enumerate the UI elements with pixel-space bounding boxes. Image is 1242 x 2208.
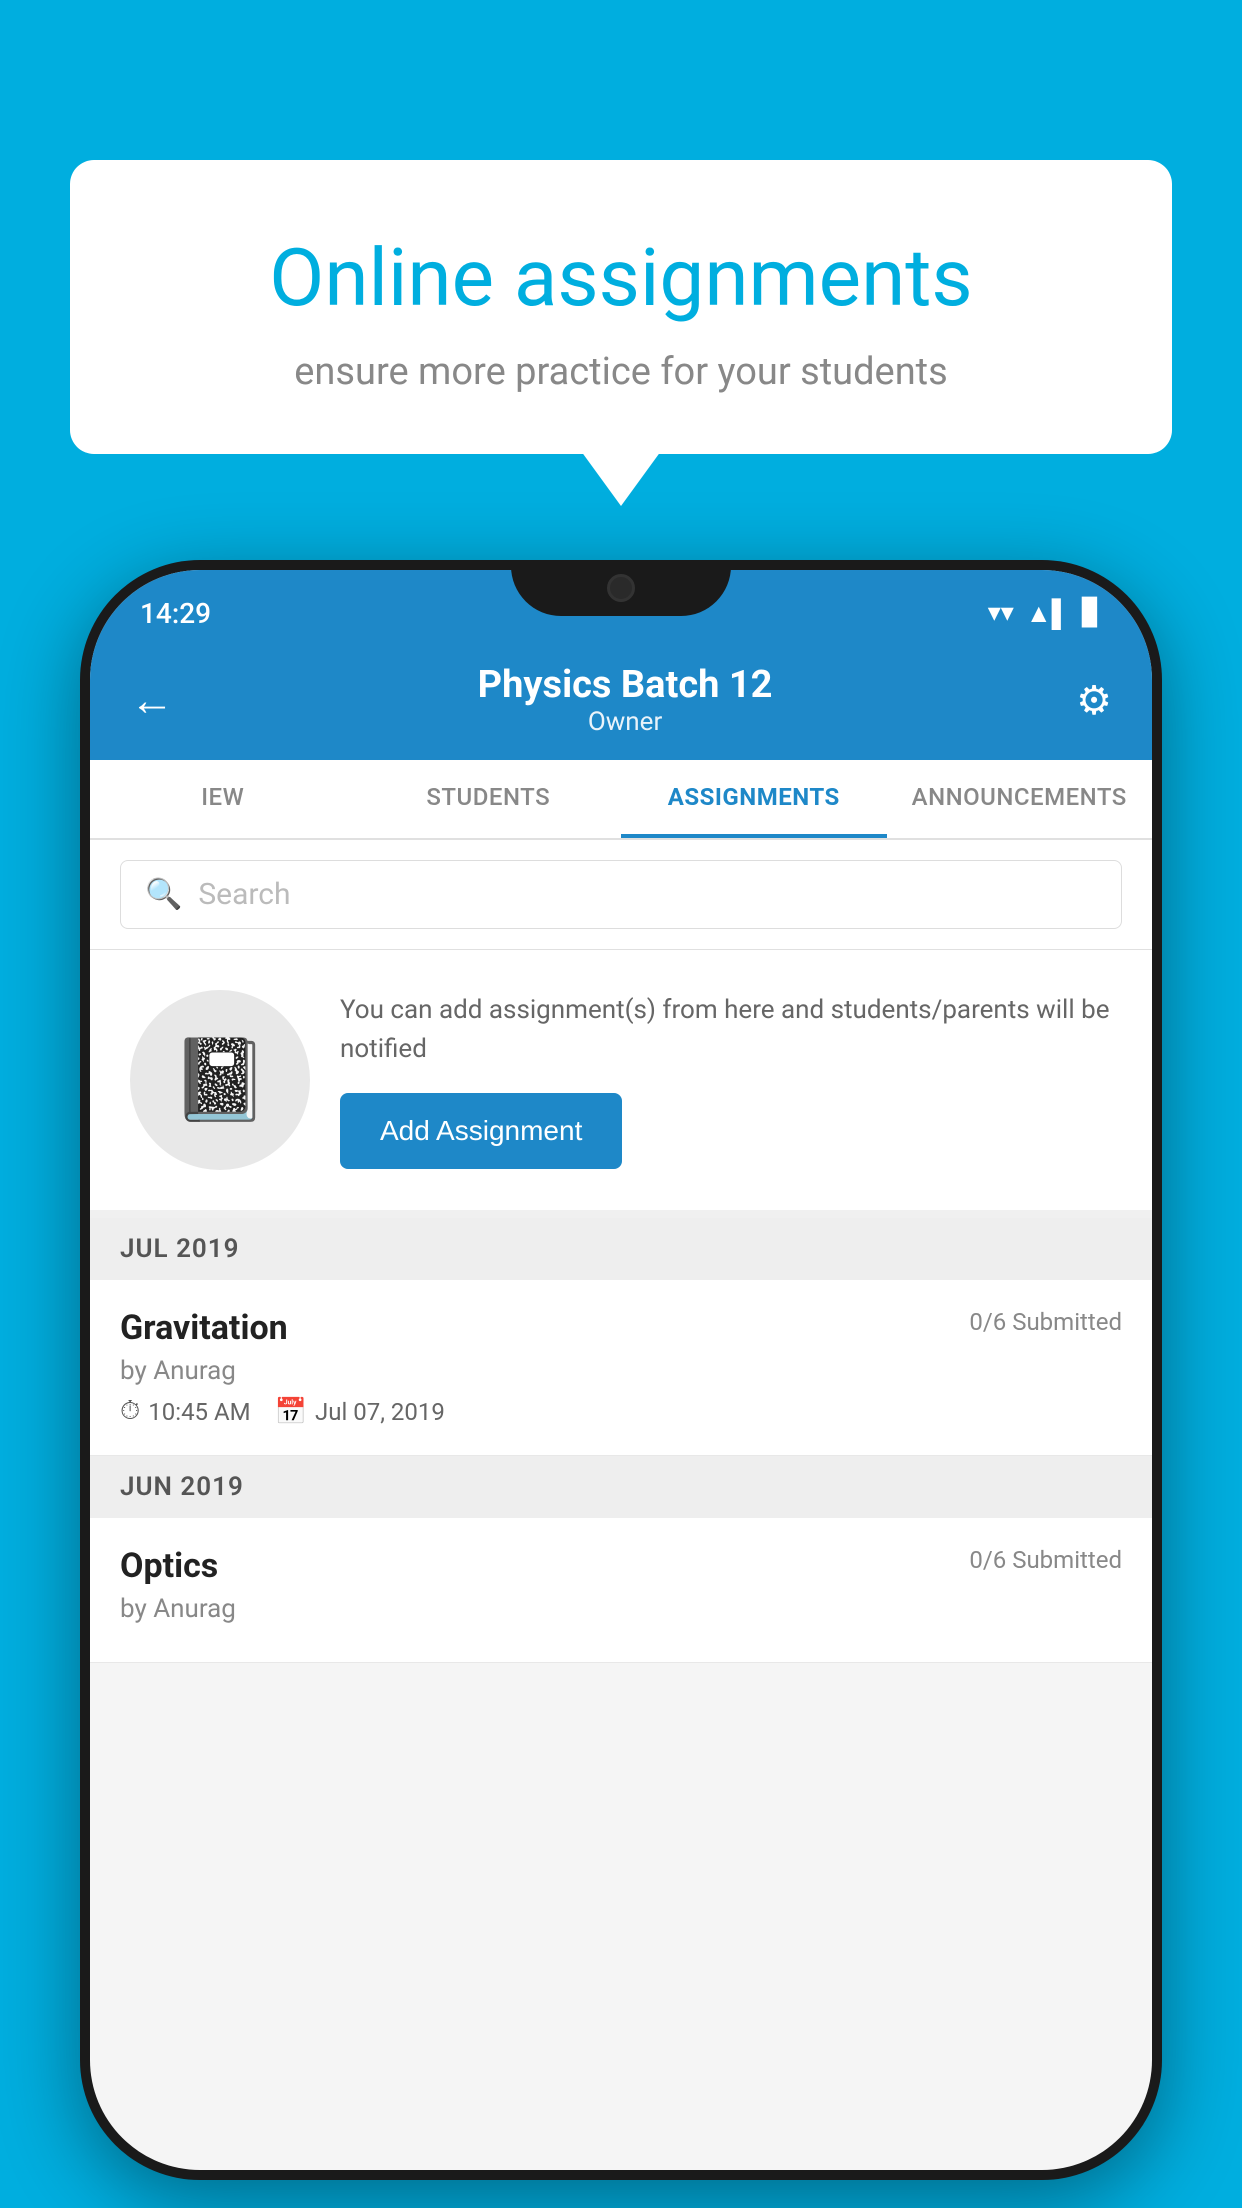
speech-bubble-container: Online assignments ensure more practice … (70, 160, 1172, 454)
wifi-icon: ▾▾ (988, 598, 1014, 628)
assignment-item-header: Gravitation 0/6 Submitted (120, 1308, 1122, 1348)
tab-students[interactable]: STUDENTS (356, 760, 622, 838)
speech-bubble: Online assignments ensure more practice … (70, 160, 1172, 454)
section-header-jun2019: JUN 2019 (90, 1456, 1152, 1518)
notebook-icon: 📓 (170, 1033, 270, 1127)
promo-card: 📓 You can add assignment(s) from here an… (90, 950, 1152, 1218)
signal-icon: ▲▌ (1026, 598, 1070, 629)
status-icons: ▾▾ ▲▌ ▊ (988, 598, 1102, 629)
promo-text: You can add assignment(s) from here and … (340, 991, 1112, 1069)
search-input-wrapper[interactable]: 🔍 Search (120, 860, 1122, 929)
promo-content: You can add assignment(s) from here and … (340, 991, 1112, 1169)
speech-bubble-subtitle: ensure more practice for your students (150, 350, 1092, 394)
promo-icon-circle: 📓 (130, 990, 310, 1170)
tab-iew[interactable]: IEW (90, 760, 356, 838)
status-time: 14:29 (140, 597, 211, 630)
assignment-date-text: Jul 07, 2019 (315, 1398, 445, 1426)
assignment-meta-gravitation: ⏱ 10:45 AM 📅 Jul 07, 2019 (120, 1396, 1122, 1427)
search-container: 🔍 Search (90, 840, 1152, 950)
app-header: ← Physics Batch 12 Owner ⚙ (90, 640, 1152, 760)
tab-announcements[interactable]: ANNOUNCEMENTS (887, 760, 1153, 838)
tab-assignments[interactable]: ASSIGNMENTS (621, 760, 887, 838)
clock-icon: ⏱ (120, 1396, 140, 1427)
assignment-title-optics: Optics (120, 1546, 218, 1586)
add-assignment-button[interactable]: Add Assignment (340, 1093, 622, 1169)
battery-icon: ▊ (1082, 598, 1102, 628)
assignment-by-optics: by Anurag (120, 1594, 1122, 1624)
assignment-title-gravitation: Gravitation (120, 1308, 288, 1348)
assignment-item-gravitation[interactable]: Gravitation 0/6 Submitted by Anurag ⏱ 10… (90, 1280, 1152, 1456)
header-title: Physics Batch 12 (478, 663, 773, 707)
settings-icon[interactable]: ⚙ (1076, 677, 1112, 724)
section-header-jul2019: JUL 2019 (90, 1218, 1152, 1280)
tabs-bar: IEW STUDENTS ASSIGNMENTS ANNOUNCEMENTS (90, 760, 1152, 840)
calendar-icon: 📅 (275, 1397, 307, 1427)
assignment-item-header-optics: Optics 0/6 Submitted (120, 1546, 1122, 1586)
header-title-container: Physics Batch 12 Owner (478, 663, 773, 737)
assignment-submitted-gravitation: 0/6 Submitted (969, 1308, 1122, 1336)
assignment-submitted-optics: 0/6 Submitted (969, 1546, 1122, 1574)
phone-notch (511, 560, 731, 616)
back-button[interactable]: ← (130, 674, 174, 726)
search-input[interactable]: Search (198, 877, 290, 912)
assignment-item-optics[interactable]: Optics 0/6 Submitted by Anurag (90, 1518, 1152, 1663)
assignment-time-gravitation: ⏱ 10:45 AM (120, 1396, 251, 1427)
phone-frame: 14:29 ▾▾ ▲▌ ▊ ← Physics Batch 12 Owner ⚙… (80, 560, 1162, 2180)
assignment-time-text: 10:45 AM (148, 1398, 250, 1426)
assignment-by-gravitation: by Anurag (120, 1356, 1122, 1386)
assignment-date-gravitation: 📅 Jul 07, 2019 (275, 1397, 445, 1427)
search-icon: 🔍 (145, 877, 182, 912)
phone-camera (607, 574, 635, 602)
phone-screen: 14:29 ▾▾ ▲▌ ▊ ← Physics Batch 12 Owner ⚙… (90, 570, 1152, 2170)
speech-bubble-title: Online assignments (150, 230, 1092, 326)
header-subtitle: Owner (478, 707, 773, 737)
